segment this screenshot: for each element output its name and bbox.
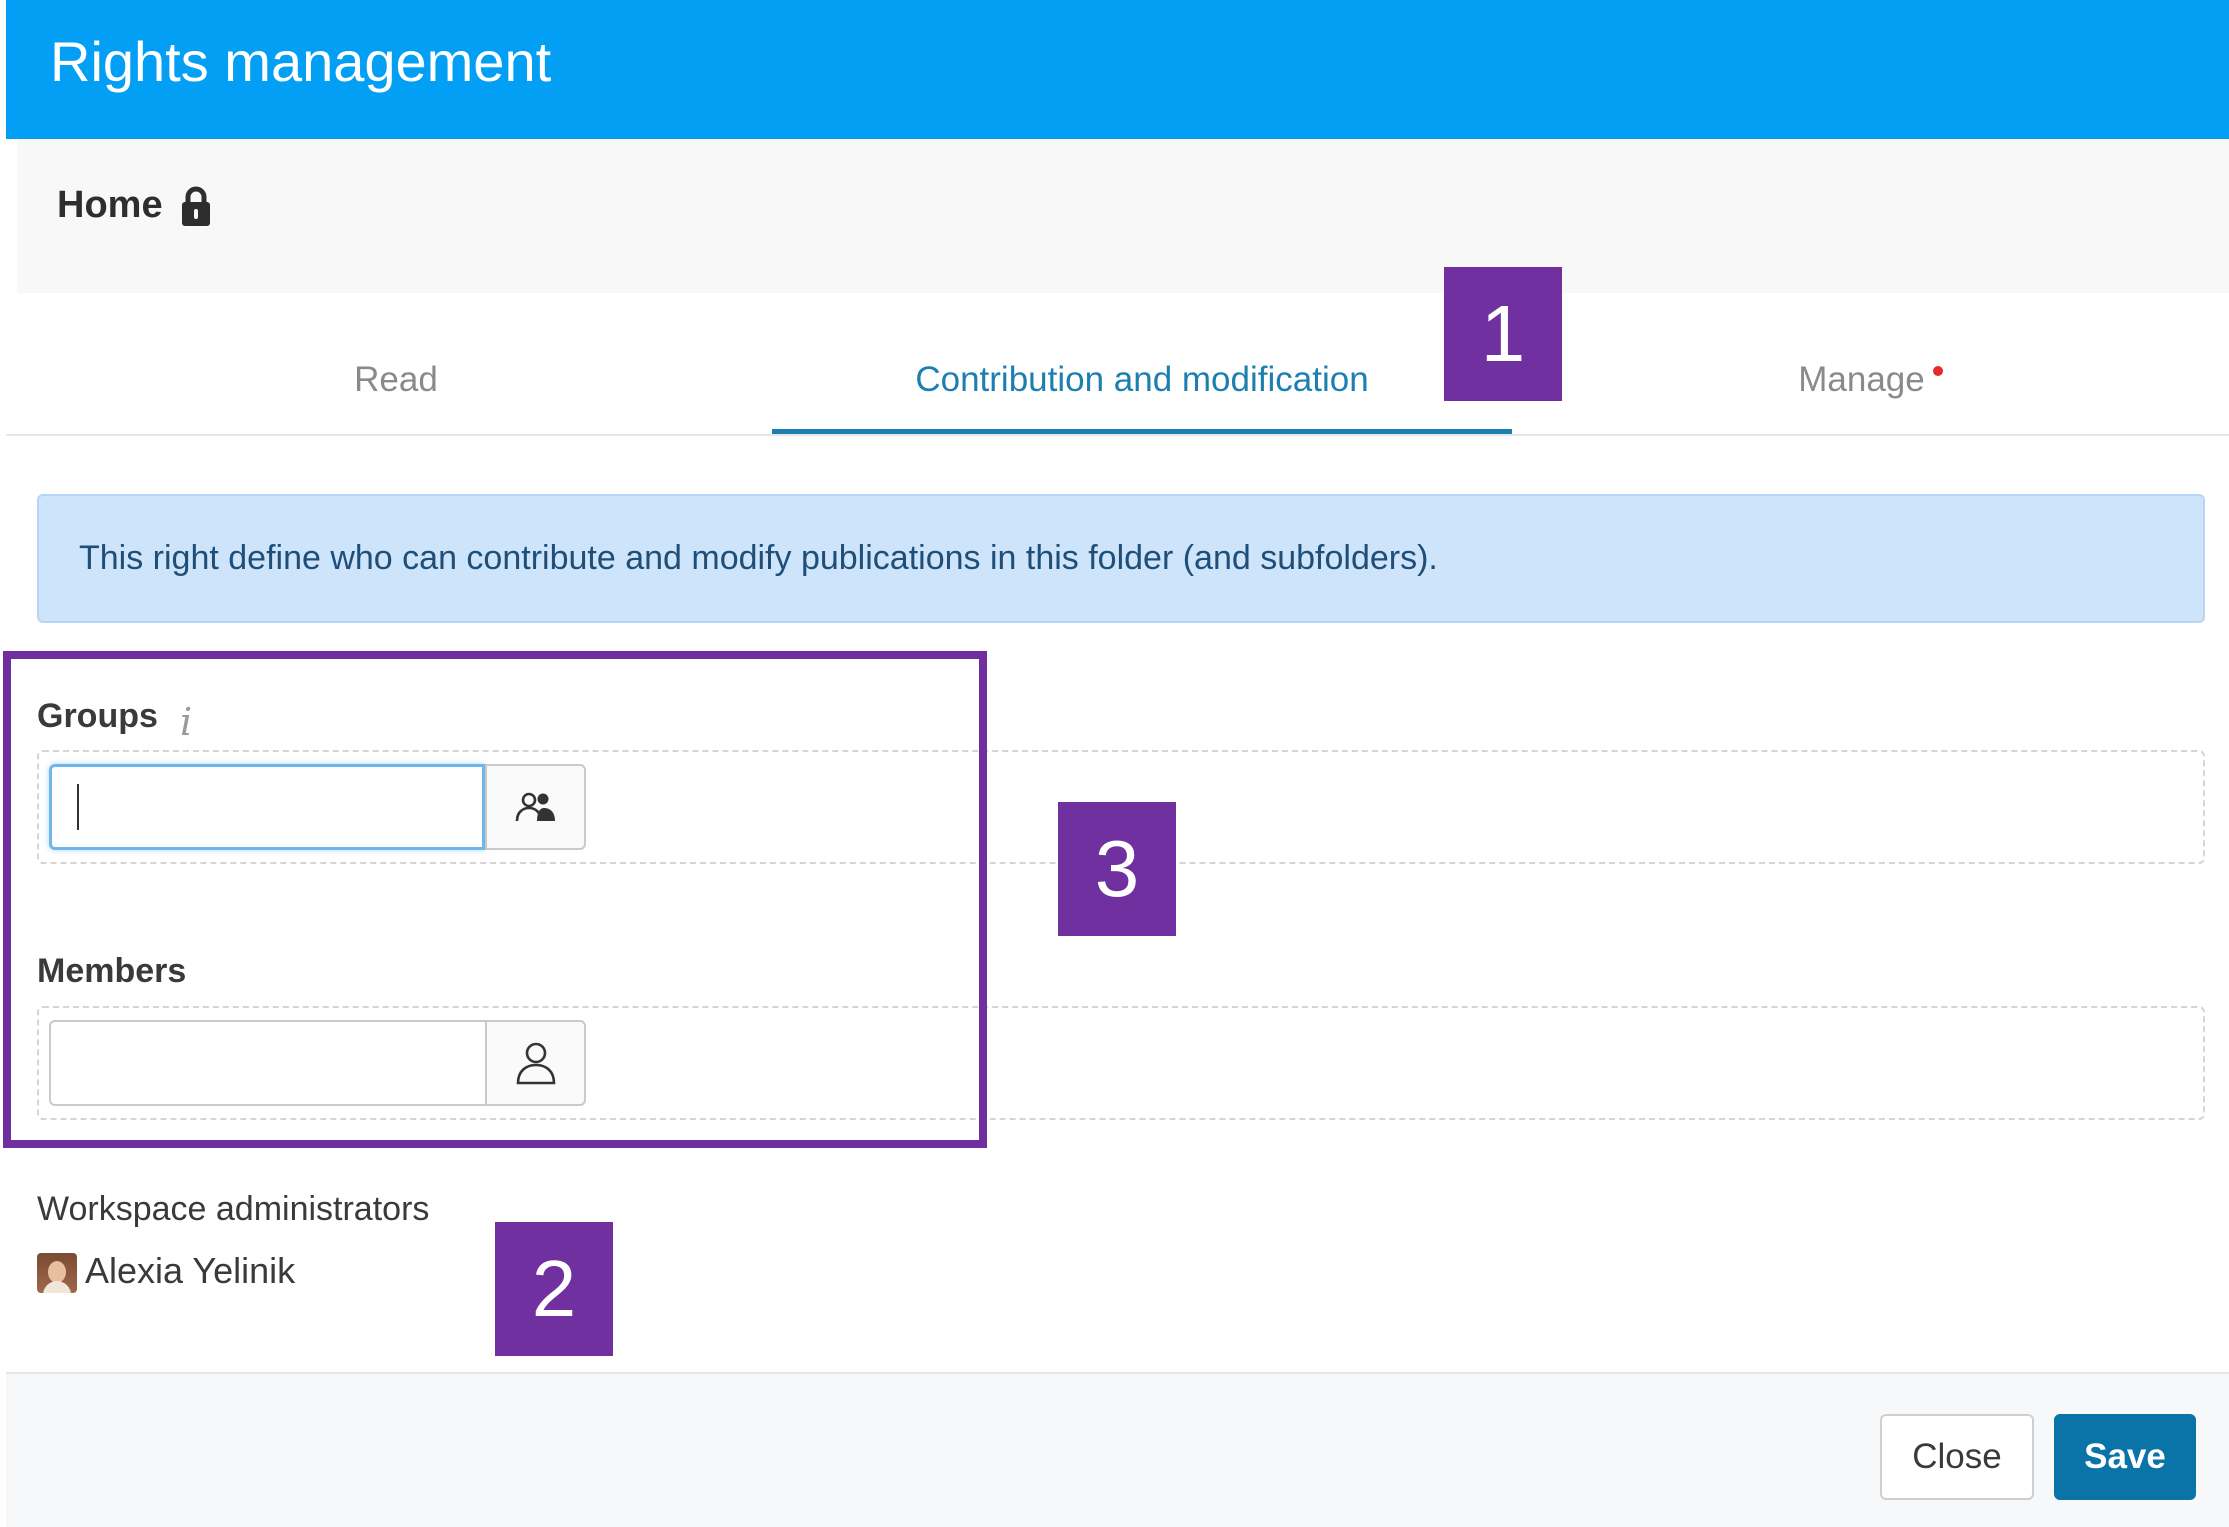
tab-read[interactable]: Read <box>6 330 786 434</box>
breadcrumb-home: Home <box>57 184 163 226</box>
breadcrumb: Home <box>17 139 2229 293</box>
save-button[interactable]: Save <box>2054 1414 2196 1500</box>
close-button[interactable]: Close <box>1880 1414 2034 1500</box>
tab-bar: Read Contribution and modification Manag… <box>6 330 2229 436</box>
workspace-admins-label: Workspace administrators <box>37 1190 430 1228</box>
dialog-title: Rights management <box>50 30 552 93</box>
callout-marker-1: 1 <box>1444 267 1562 401</box>
dialog-header: Rights management <box>6 0 2229 139</box>
callout-marker-2: 2 <box>495 1222 613 1356</box>
callout-highlight-box <box>3 651 987 1148</box>
tab-manage[interactable]: Manage <box>1512 330 2229 434</box>
alert-dot-icon <box>1932 366 1943 376</box>
callout-marker-3: 3 <box>1058 802 1176 936</box>
dialog-footer: Close Save <box>6 1372 2229 1527</box>
lock-icon <box>182 186 210 226</box>
tab-contribution-label: Contribution and modification <box>915 360 1369 399</box>
avatar <box>37 1253 77 1293</box>
tab-contribution-modification[interactable]: Contribution and modification <box>772 330 1512 434</box>
tab-read-label: Read <box>354 360 438 399</box>
info-banner: This right define who can contribute and… <box>37 494 2205 623</box>
workspace-admin-name: Alexia Yelinik <box>85 1250 296 1291</box>
tab-manage-label: Manage <box>1798 360 1925 399</box>
